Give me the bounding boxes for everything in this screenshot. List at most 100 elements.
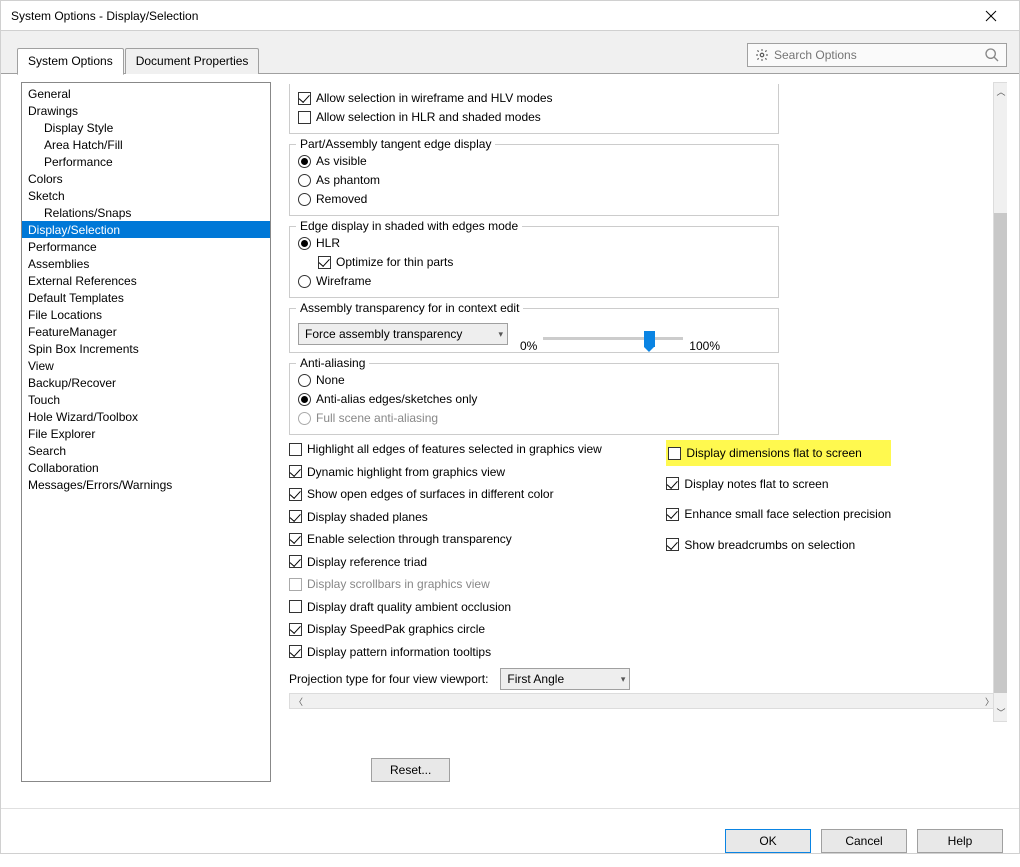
label-optimize-thin: Optimize for thin parts <box>336 255 453 269</box>
sidebar-item-relations-snaps[interactable]: Relations/Snaps <box>22 204 270 221</box>
close-button[interactable] <box>971 2 1011 30</box>
close-icon <box>985 10 997 22</box>
button-label: OK <box>759 834 776 848</box>
label-display-ref-triad: Display reference triad <box>307 555 427 569</box>
checkbox-display-scrollbars <box>289 578 302 591</box>
checkbox-display-shaded-planes[interactable] <box>289 510 302 523</box>
label-aa-none: None <box>316 373 345 387</box>
label-as-visible: As visible <box>316 154 367 168</box>
sidebar-item-search[interactable]: Search <box>22 442 270 459</box>
radio-as-visible[interactable] <box>298 155 311 168</box>
checkbox-display-pattern-tooltips[interactable] <box>289 645 302 658</box>
scroll-left-icon[interactable]: 〈 <box>292 695 305 708</box>
scrollbar-thumb[interactable] <box>994 213 1007 693</box>
checkbox-enhance-small-face[interactable] <box>666 508 679 521</box>
label-show-open-edges: Show open edges of surfaces in different… <box>307 487 554 501</box>
sidebar-item-sketch[interactable]: Sketch <box>22 187 270 204</box>
checkbox-notes-flat[interactable] <box>666 477 679 490</box>
checkbox-dims-flat[interactable] <box>668 447 681 460</box>
dropdown-assembly-transparency[interactable]: Force assembly transparency ▾ <box>298 323 508 345</box>
sidebar-item-spin-box-increments[interactable]: Spin Box Increments <box>22 340 270 357</box>
scrollbar-horizontal[interactable]: 〈 〉 <box>289 693 999 709</box>
sidebar-item-external-references[interactable]: External References <box>22 272 270 289</box>
sidebar-item-default-templates[interactable]: Default Templates <box>22 289 270 306</box>
checkbox-display-ref-triad[interactable] <box>289 555 302 568</box>
radio-aa-edges[interactable] <box>298 393 311 406</box>
checkbox-optimize-thin[interactable] <box>318 256 331 269</box>
radio-removed[interactable] <box>298 193 311 206</box>
checkbox-show-breadcrumbs[interactable] <box>666 538 679 551</box>
sidebar-item-performance[interactable]: Performance <box>22 153 270 170</box>
search-input[interactable] <box>770 48 984 62</box>
radio-aa-none[interactable] <box>298 374 311 387</box>
reset-row: Reset... <box>271 752 1007 782</box>
checkbox-show-open-edges[interactable] <box>289 488 302 501</box>
radio-wireframe[interactable] <box>298 275 311 288</box>
sidebar-item-performance[interactable]: Performance <box>22 238 270 255</box>
dropdown-projection[interactable]: First Angle ▾ <box>500 668 630 690</box>
tab-label: Document Properties <box>136 54 249 68</box>
sidebar-item-file-locations[interactable]: File Locations <box>22 306 270 323</box>
sidebar-item-assemblies[interactable]: Assemblies <box>22 255 270 272</box>
checkbox-display-draft-ao[interactable] <box>289 600 302 613</box>
button-label: Reset... <box>390 763 431 777</box>
options-left-col: Highlight all edges of features selected… <box>289 439 630 690</box>
sidebar-item-messages-errors-warnings[interactable]: Messages/Errors/Warnings <box>22 476 270 493</box>
sidebar-item-display-style[interactable]: Display Style <box>22 119 270 136</box>
titlebar: System Options - Display/Selection <box>1 1 1019 31</box>
checkbox-enable-sel-trans[interactable] <box>289 533 302 546</box>
checkbox-highlight-all-edges[interactable] <box>289 443 302 456</box>
dropdown-value: Force assembly transparency <box>305 327 462 341</box>
sidebar[interactable]: GeneralDrawingsDisplay StyleArea Hatch/F… <box>21 82 271 782</box>
checkbox-dynamic-highlight[interactable] <box>289 465 302 478</box>
gear-icon <box>754 47 770 63</box>
sidebar-item-display-selection[interactable]: Display/Selection <box>22 221 270 238</box>
label-wireframe: Wireframe <box>316 274 371 288</box>
radio-hlr[interactable] <box>298 237 311 250</box>
scroll-down-icon[interactable]: ﹀ <box>996 706 1005 719</box>
sidebar-item-view[interactable]: View <box>22 357 270 374</box>
radio-as-phantom[interactable] <box>298 174 311 187</box>
sidebar-item-hole-wizard-toolbox[interactable]: Hole Wizard/Toolbox <box>22 408 270 425</box>
slider-thumb[interactable] <box>644 331 655 347</box>
body: GeneralDrawingsDisplay StyleArea Hatch/F… <box>1 74 1019 790</box>
label-highlight-all-edges: Highlight all edges of features selected… <box>307 442 602 456</box>
scroll-up-icon[interactable]: ︿ <box>996 85 1005 98</box>
ok-button[interactable]: OK <box>725 829 811 853</box>
help-button[interactable]: Help <box>917 829 1003 853</box>
label-enable-sel-trans: Enable selection through transparency <box>307 532 512 546</box>
tab-system-options[interactable]: System Options <box>17 48 124 75</box>
sidebar-item-backup-recover[interactable]: Backup/Recover <box>22 374 270 391</box>
checkbox-allow-hlr-shaded[interactable] <box>298 111 311 124</box>
group-edge-shaded: Edge display in shaded with edges mode H… <box>289 226 779 298</box>
reset-button[interactable]: Reset... <box>371 758 450 782</box>
button-label: Cancel <box>845 834 882 848</box>
sidebar-item-file-explorer[interactable]: File Explorer <box>22 425 270 442</box>
scrollbar-vertical[interactable]: ︿ ﹀ <box>993 82 1007 722</box>
options-right-col: Display dimensions flat to screen Displa… <box>666 439 891 690</box>
slider-transparency[interactable]: 0% 100% <box>520 331 720 345</box>
sidebar-item-featuremanager[interactable]: FeatureManager <box>22 323 270 340</box>
label-show-breadcrumbs: Show breadcrumbs on selection <box>684 538 855 552</box>
label-display-scrollbars: Display scrollbars in graphics view <box>307 577 490 591</box>
sidebar-item-general[interactable]: General <box>22 85 270 102</box>
checkbox-allow-wireframe-hlv[interactable] <box>298 92 311 105</box>
tab-document-properties[interactable]: Document Properties <box>125 48 260 74</box>
sidebar-item-area-hatch-fill[interactable]: Area Hatch/Fill <box>22 136 270 153</box>
chevron-down-icon: ▾ <box>498 329 503 340</box>
sidebar-item-collaboration[interactable]: Collaboration <box>22 459 270 476</box>
sidebar-item-colors[interactable]: Colors <box>22 170 270 187</box>
cancel-button[interactable]: Cancel <box>821 829 907 853</box>
projection-label: Projection type for four view viewport: <box>289 672 488 686</box>
row-dims-flat: Display dimensions flat to screen <box>666 440 891 466</box>
footer: OK Cancel Help <box>1 808 1019 867</box>
slider-track[interactable] <box>543 337 683 340</box>
label-enhance-small-face: Enhance small face selection precision <box>684 507 891 521</box>
group-anti-aliasing: Anti-aliasing None Anti-alias edges/sket… <box>289 363 779 435</box>
checkbox-display-speedpak[interactable] <box>289 623 302 636</box>
label-removed: Removed <box>316 192 367 206</box>
search-box[interactable] <box>747 43 1007 67</box>
sidebar-item-touch[interactable]: Touch <box>22 391 270 408</box>
dropdown-value: First Angle <box>507 672 564 686</box>
sidebar-item-drawings[interactable]: Drawings <box>22 102 270 119</box>
